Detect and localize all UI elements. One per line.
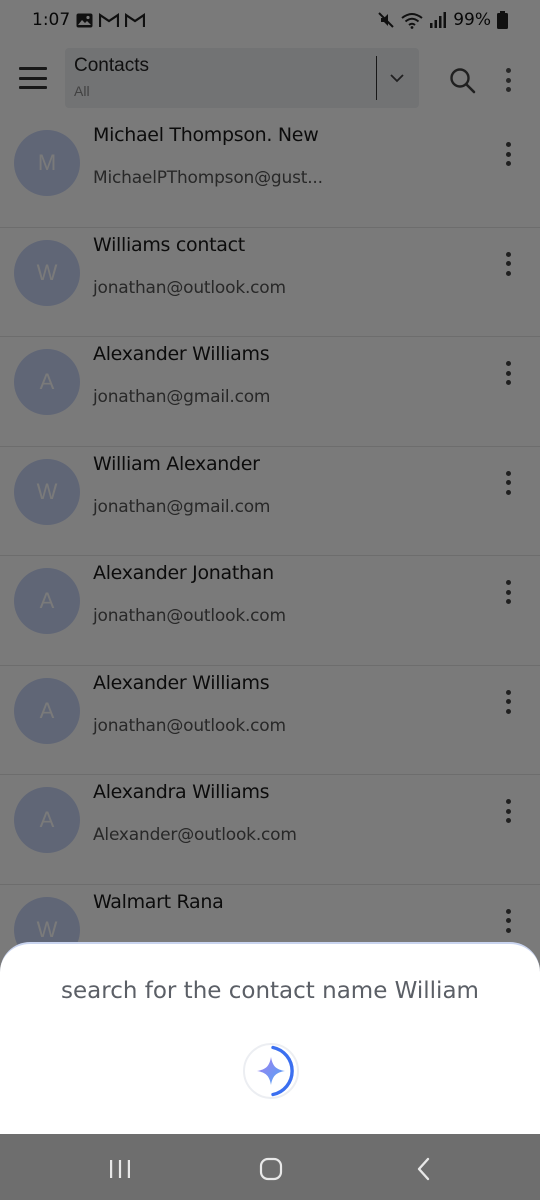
app-bar: Contacts All	[0, 40, 540, 118]
contact-name: Alexander Jonathan	[93, 562, 274, 584]
selector-divider	[376, 56, 377, 100]
contact-email: jonathan@gmail.com	[93, 496, 271, 517]
contact-row[interactable]: A Alexander Jonathan jonathan@outlook.co…	[0, 556, 540, 666]
menu-icon[interactable]	[19, 67, 47, 89]
gmail-icon	[99, 12, 120, 28]
contact-name: Alexander Williams	[93, 343, 270, 365]
status-bar: 1:07 99%	[0, 0, 540, 40]
assistant-query-text: search for the contact name William	[61, 978, 479, 1004]
selector-subtitle: All	[74, 83, 90, 99]
sparkle-icon[interactable]	[241, 1041, 301, 1101]
contact-email: Alexander@outlook.com	[93, 825, 297, 845]
more-vert-icon[interactable]	[500, 66, 516, 94]
contact-name: Alexandra Williams	[93, 781, 270, 803]
contact-row[interactable]: A Alexander Williams jonathan@gmail.com	[0, 337, 540, 447]
chevron-down-icon[interactable]	[387, 68, 407, 88]
battery-percent: 99%	[453, 10, 491, 30]
avatar: A	[14, 787, 80, 853]
avatar: W	[14, 239, 80, 306]
more-vert-icon[interactable]	[500, 250, 516, 278]
search-icon[interactable]	[448, 66, 476, 94]
recents-icon[interactable]	[100, 1154, 140, 1184]
more-vert-icon[interactable]	[500, 797, 516, 825]
more-vert-icon[interactable]	[500, 469, 516, 497]
contact-email: jonathan@outlook.com	[93, 606, 286, 626]
more-vert-icon[interactable]	[500, 907, 516, 935]
avatar: M	[14, 130, 80, 196]
contact-name: Michael Thompson. New	[93, 124, 319, 146]
signal-icon	[429, 12, 447, 28]
contact-list-selector[interactable]: Contacts All	[65, 48, 419, 108]
more-vert-icon[interactable]	[500, 140, 516, 168]
status-time: 1:07	[32, 10, 71, 30]
contact-name: Alexander Williams	[93, 671, 270, 694]
more-vert-icon[interactable]	[500, 578, 516, 606]
back-icon[interactable]	[404, 1154, 444, 1184]
battery-icon	[497, 11, 508, 29]
contact-row[interactable]: A Alexander Williams jonathan@outlook.co…	[0, 665, 540, 775]
contact-name: Walmart Rana	[93, 890, 224, 913]
gmail-icon	[125, 12, 146, 28]
assistant-sheet: search for the contact name William	[0, 942, 540, 1134]
contact-row[interactable]: A Alexandra Williams Alexander@outlook.c…	[0, 775, 540, 885]
avatar: A	[14, 677, 80, 744]
gallery-icon	[76, 13, 93, 28]
contact-row[interactable]: W Williams contact jonathan@outlook.com	[0, 227, 540, 337]
contact-row[interactable]: W William Alexander jonathan@gmail.com	[0, 446, 540, 556]
contact-email: jonathan@outlook.com	[93, 277, 286, 298]
contact-email: MichaelPThompson@gust...	[93, 168, 323, 188]
selector-title: Contacts	[74, 55, 149, 76]
contact-name: Williams contact	[93, 233, 245, 256]
more-vert-icon[interactable]	[500, 359, 516, 387]
home-icon[interactable]	[251, 1154, 291, 1184]
wifi-icon	[401, 12, 423, 29]
navigation-bar	[0, 1134, 540, 1200]
contacts-list: M Michael Thompson. New MichaelPThompson…	[0, 118, 540, 994]
mute-icon	[377, 11, 395, 29]
avatar: A	[14, 349, 80, 415]
contact-email: jonathan@outlook.com	[93, 715, 286, 736]
contact-email: jonathan@gmail.com	[93, 387, 271, 407]
contact-row[interactable]: M Michael Thompson. New MichaelPThompson…	[0, 118, 540, 228]
more-vert-icon[interactable]	[500, 688, 516, 716]
avatar: A	[14, 568, 80, 634]
avatar: W	[14, 458, 80, 525]
contact-name: William Alexander	[93, 452, 260, 475]
